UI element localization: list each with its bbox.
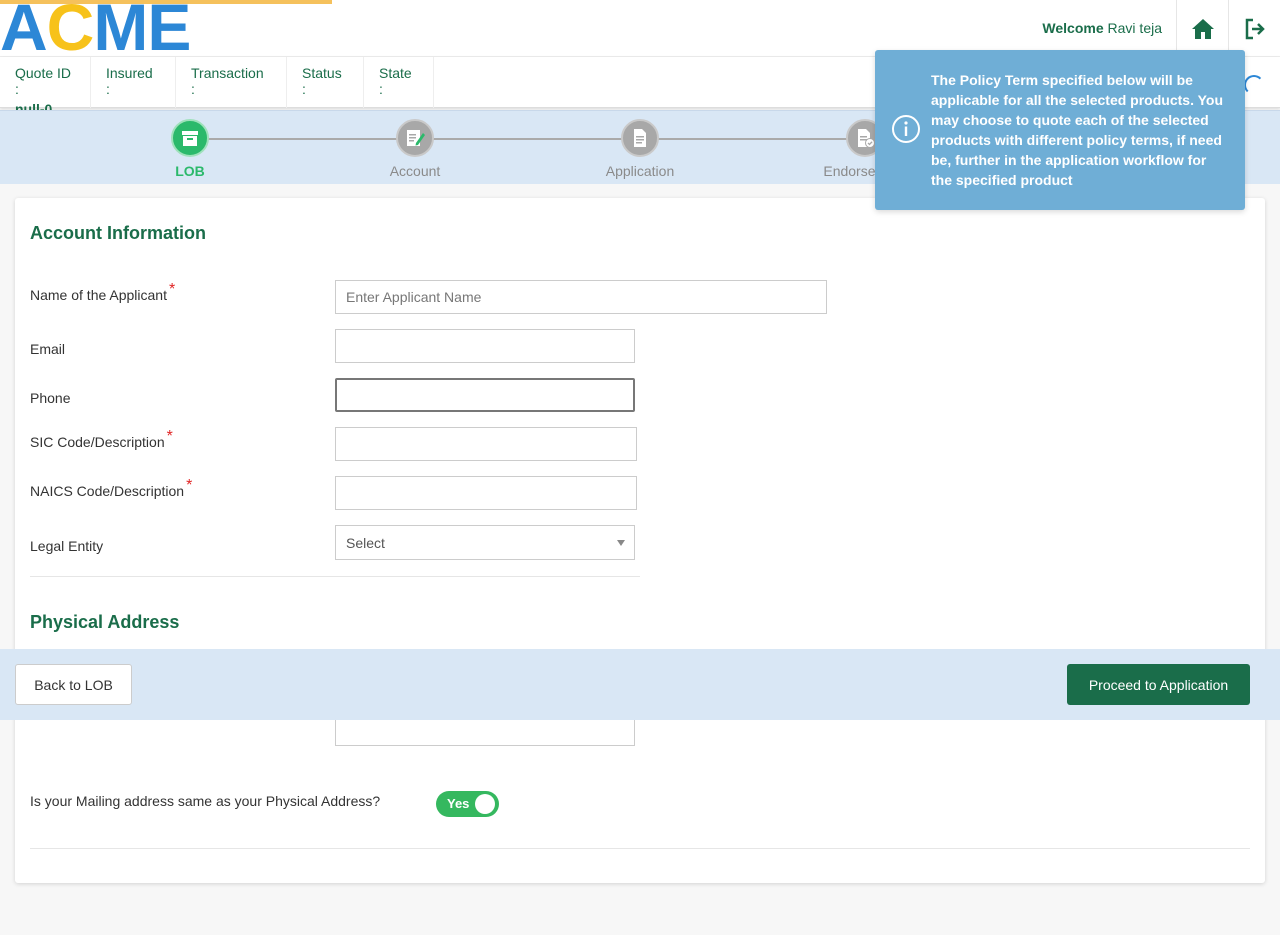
insured-label: Insured : [106, 65, 153, 97]
loading-spinner [1244, 75, 1264, 95]
step-lob[interactable]: LOB [130, 119, 250, 179]
sic-code-label: SIC Code/Description * [30, 428, 173, 450]
back-to-lob-button[interactable]: Back to LOB [15, 664, 132, 705]
step-label: LOB [175, 163, 205, 179]
email-label: Email [30, 341, 66, 357]
mailing-same-question: Is your Mailing address same as your Phy… [30, 793, 381, 809]
account-step-circle [396, 119, 434, 157]
email-input[interactable] [335, 329, 635, 363]
info-icon [892, 115, 920, 143]
caret-down-icon [617, 540, 625, 546]
welcome-text: Welcome Ravi teja [1042, 20, 1162, 36]
step-label: Account [389, 163, 441, 179]
user-name: Ravi teja [1107, 20, 1162, 36]
phone-input[interactable] [335, 378, 635, 412]
insured-cell: Insured : [91, 57, 176, 108]
mailing-same-toggle[interactable]: Yes [436, 791, 499, 817]
document-icon [634, 129, 646, 147]
legal-entity-value: Select [346, 535, 385, 551]
account-info-title: Account Information [30, 223, 206, 243]
quote-id-cell: Quote ID : null-0 [0, 57, 91, 117]
physical-address-title: Physical Address [30, 612, 180, 632]
state-label: State : [379, 65, 412, 97]
policy-term-tooltip: The Policy Term specified below will be … [875, 50, 1245, 210]
stepper-connector [190, 138, 865, 140]
required-asterisk: * [168, 281, 176, 298]
app-header: ACME Welcome Ravi teja [0, 0, 1280, 60]
step-label: Application [605, 163, 675, 179]
account-form-card: Account Information Name of the Applican… [15, 198, 1265, 883]
state-cell: State : [364, 57, 434, 108]
home-icon [1191, 18, 1214, 39]
home-button[interactable] [1176, 0, 1228, 57]
tooltip-text: The Policy Term specified below will be … [931, 72, 1223, 188]
quote-id-label: Quote ID : [15, 65, 72, 97]
transaction-cell: Transaction : [176, 57, 287, 108]
legal-entity-label: Legal Entity [30, 538, 104, 554]
application-step-circle [621, 119, 659, 157]
legal-entity-select[interactable]: Select [335, 525, 635, 560]
toggle-knob [475, 794, 495, 814]
proceed-to-application-button[interactable]: Proceed to Application [1067, 664, 1250, 705]
applicant-name-input[interactable] [335, 280, 827, 314]
required-asterisk: * [186, 477, 193, 494]
toggle-label: Yes [447, 796, 470, 811]
naics-code-input[interactable] [335, 476, 637, 510]
status-cell: Status : [287, 57, 364, 108]
logout-icon [1245, 18, 1265, 39]
lob-step-circle [171, 119, 209, 157]
logout-button[interactable] [1228, 0, 1280, 57]
transaction-label: Transaction : [191, 65, 264, 97]
archive-box-icon [182, 131, 198, 146]
bottom-divider [30, 848, 1250, 849]
step-account[interactable]: Account [355, 119, 475, 179]
document-check-icon [858, 129, 875, 148]
welcome-label: Welcome [1042, 20, 1104, 36]
applicant-name-label: Name of the Applicant * [30, 281, 176, 303]
status-label: Status : [302, 65, 342, 97]
step-application[interactable]: Application [580, 119, 700, 179]
required-asterisk: * [166, 428, 173, 445]
acme-logo[interactable]: ACME [0, 0, 191, 60]
section-divider [30, 576, 640, 577]
phone-label: Phone [30, 390, 71, 406]
action-bar: Back to LOB Proceed to Application [0, 649, 1280, 720]
edit-document-icon [407, 130, 425, 146]
naics-code-label: NAICS Code/Description * [30, 477, 193, 499]
sic-code-input[interactable] [335, 427, 637, 461]
